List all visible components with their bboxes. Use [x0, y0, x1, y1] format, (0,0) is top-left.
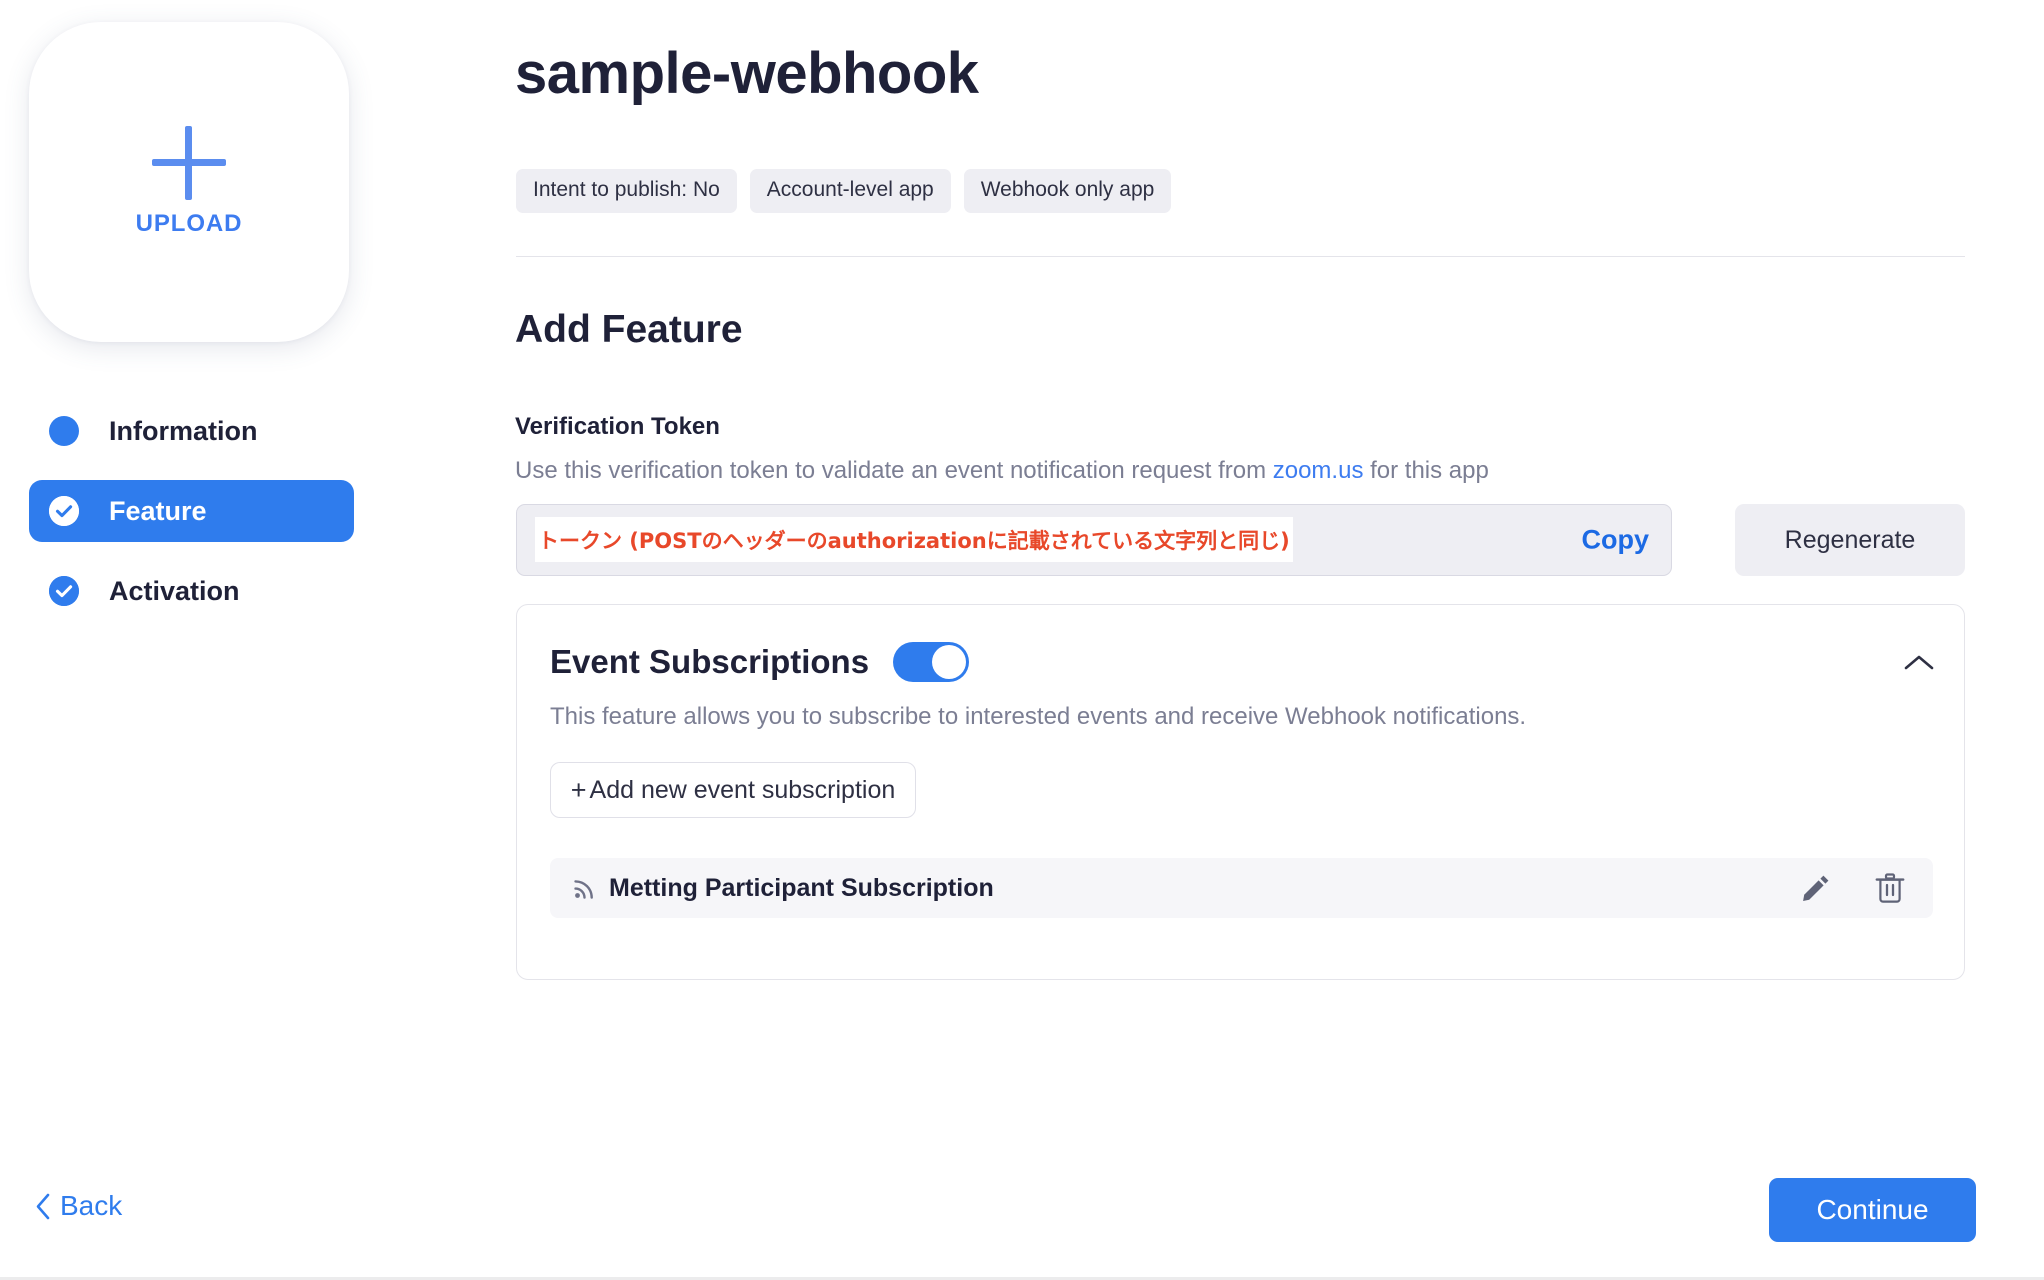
status-badge: Account-level app — [749, 169, 951, 213]
back-button[interactable]: Back — [35, 1190, 122, 1222]
copy-token-button[interactable]: Copy — [1582, 525, 1650, 556]
regenerate-token-button[interactable]: Regenerate — [1735, 504, 1965, 576]
plus-icon — [152, 126, 226, 200]
plus-icon: + — [570, 774, 587, 805]
wizard-steps: Information Feature Activation — [29, 400, 354, 640]
verification-token-description: Use this verification token to validate … — [515, 457, 1489, 485]
app-badges: Intent to publish: No Account-level app … — [516, 169, 1172, 213]
add-new-event-subscription-button[interactable]: + Add new event subscription — [550, 762, 916, 818]
upload-label: UPLOAD — [135, 210, 243, 237]
subscription-row[interactable]: Metting Participant Subscription — [550, 858, 1933, 918]
status-badge: Intent to publish: No — [516, 169, 737, 213]
event-subscriptions-card: Event Subscriptions This feature allows … — [516, 604, 1965, 980]
check-circle-icon — [49, 576, 79, 606]
verification-token-value: トークン (POSTのヘッダーのauthorizationに記載されている文字列… — [538, 528, 1290, 553]
description-text-before: Use this verification token to validate … — [515, 457, 1273, 484]
sidebar-item-label: Feature — [109, 495, 207, 526]
chevron-left-icon — [35, 1193, 51, 1220]
header-divider — [516, 256, 1965, 257]
step-dot-icon — [49, 416, 79, 446]
sidebar-item-label: Information — [109, 415, 258, 446]
page-title: sample-webhook — [515, 41, 979, 106]
verification-token-field[interactable]: トークン (POSTのヘッダーのauthorizationに記載されている文字列… — [516, 504, 1672, 576]
zoom-us-link[interactable]: zoom.us — [1273, 457, 1364, 484]
add-subscription-label: Add new event subscription — [589, 775, 896, 804]
trash-icon[interactable] — [1873, 871, 1907, 905]
sidebar-item-feature[interactable]: Feature — [29, 480, 354, 542]
check-circle-icon — [49, 496, 79, 526]
verification-token-label: Verification Token — [515, 413, 720, 440]
description-text-after: for this app — [1363, 457, 1489, 484]
subscription-name: Metting Participant Subscription — [609, 873, 994, 902]
event-subscriptions-title: Event Subscriptions — [550, 643, 870, 680]
sidebar-item-activation[interactable]: Activation — [29, 560, 354, 622]
continue-button[interactable]: Continue — [1769, 1178, 1976, 1242]
section-title: Add Feature — [515, 308, 743, 351]
sidebar-item-label: Activation — [109, 575, 240, 606]
pencil-icon[interactable] — [1799, 871, 1833, 905]
subscription-row-actions — [1799, 871, 1907, 905]
event-subscriptions-description: This feature allows you to subscribe to … — [550, 703, 1527, 730]
event-subscriptions-toggle[interactable] — [893, 642, 970, 682]
left-sidebar: UPLOAD Information Feature Activation — [0, 0, 390, 1280]
toggle-knob — [932, 645, 967, 679]
verification-token-value-highlight: トークン (POSTのヘッダーのauthorizationに記載されている文字列… — [535, 517, 1293, 562]
broadcast-icon — [572, 876, 597, 901]
main-content: sample-webhook Intent to publish: No Acc… — [390, 0, 2044, 1280]
sidebar-item-information[interactable]: Information — [29, 400, 354, 462]
back-button-label: Back — [60, 1190, 123, 1221]
app-icon-upload-box[interactable]: UPLOAD — [29, 22, 349, 342]
event-subscriptions-header: Event Subscriptions — [550, 642, 970, 682]
status-badge: Webhook only app — [963, 169, 1172, 213]
verification-token-row: トークン (POSTのヘッダーのauthorizationに記載されている文字列… — [516, 504, 1965, 576]
chevron-up-icon[interactable] — [1899, 643, 1939, 683]
app-page: UPLOAD Information Feature Activation sa… — [0, 0, 2044, 1280]
